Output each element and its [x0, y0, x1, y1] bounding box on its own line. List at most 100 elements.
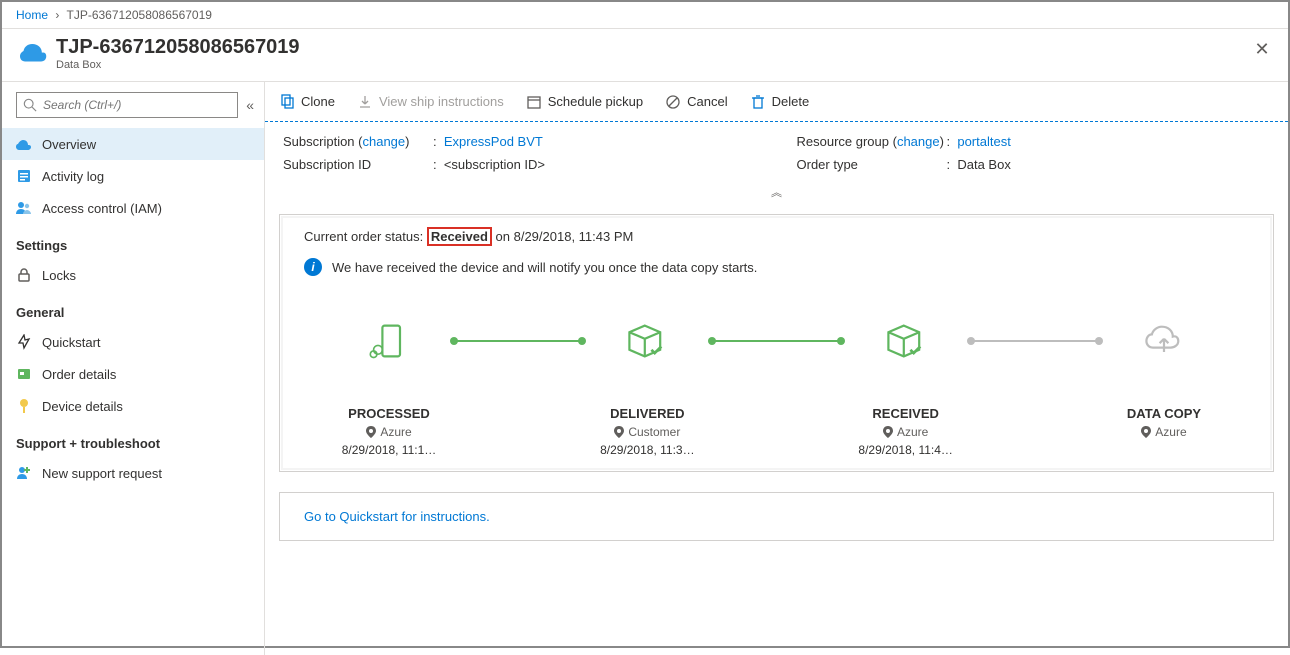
step-title: DELIVERED: [582, 406, 712, 421]
toolbar-label: View ship instructions: [379, 94, 504, 109]
toolbar: Clone View ship instructions Schedule pi…: [265, 82, 1288, 122]
subscription-id-label: Subscription ID: [283, 157, 433, 172]
breadcrumb-home[interactable]: Home: [16, 8, 48, 22]
step-date: 8/29/2018, 11:4…: [841, 443, 971, 457]
support-icon: [16, 465, 32, 481]
pin-icon: [1141, 426, 1151, 438]
cancel-button[interactable]: Cancel: [665, 94, 727, 110]
search-input[interactable]: [43, 98, 231, 112]
view-ship-button: View ship instructions: [357, 94, 504, 110]
step-title: DATA COPY: [1099, 406, 1229, 421]
step-location: Azure: [841, 425, 971, 439]
status-line: Current order status: Received on 8/29/2…: [304, 229, 1249, 244]
iam-icon: [16, 200, 32, 216]
subscription-value[interactable]: ExpressPod BVT: [444, 134, 543, 149]
databox-icon: [20, 37, 48, 65]
order-steps: PROCESSED Azure 8/29/2018, 11:1… DELIVER…: [324, 316, 1229, 457]
step-received: RECEIVED Azure 8/29/2018, 11:4…: [841, 316, 971, 457]
nav-order-details[interactable]: Order details: [2, 358, 264, 390]
order-type-label: Order type: [797, 157, 947, 172]
subscription-id-value: <subscription ID>: [444, 157, 545, 172]
close-button[interactable]: ✕: [1252, 39, 1272, 60]
breadcrumb-separator: ›: [55, 8, 59, 22]
device-details-icon: [16, 398, 32, 414]
essentials: Subscription (change) : ExpressPod BVT S…: [265, 122, 1288, 184]
step-title: PROCESSED: [324, 406, 454, 421]
sidebar-collapse[interactable]: «: [246, 97, 254, 113]
resource-title: TJP-636712058086567019: [56, 35, 300, 59]
status-card: Current order status: Received on 8/29/2…: [279, 214, 1274, 472]
status-badge: Received: [427, 227, 492, 246]
step-connector: [971, 340, 1099, 342]
nav-activity-log[interactable]: Activity log: [2, 160, 264, 192]
toolbar-label: Schedule pickup: [548, 94, 643, 109]
pin-icon: [883, 426, 893, 438]
received-icon: [841, 316, 971, 366]
nav-label: New support request: [42, 466, 162, 481]
delete-button[interactable]: Delete: [750, 94, 810, 110]
nav-overview[interactable]: Overview: [2, 128, 264, 160]
subscription-change-link[interactable]: change: [362, 134, 405, 149]
breadcrumb: Home › TJP-636712058086567019: [2, 2, 1288, 28]
step-location: Azure: [1099, 425, 1229, 439]
step-location: Customer: [582, 425, 712, 439]
nav-label: Overview: [42, 137, 96, 152]
nav-locks[interactable]: Locks: [2, 259, 264, 291]
pin-icon: [614, 426, 624, 438]
order-type-value: Data Box: [957, 157, 1010, 172]
toolbar-label: Delete: [772, 94, 810, 109]
clone-button[interactable]: Clone: [279, 94, 335, 110]
resource-group-value[interactable]: portaltest: [957, 134, 1010, 149]
step-location: Azure: [324, 425, 454, 439]
delivered-icon: [582, 316, 712, 366]
essentials-collapse-toggle[interactable]: ︽: [265, 184, 1288, 204]
quickstart-icon: [16, 334, 32, 350]
breadcrumb-current: TJP-636712058086567019: [66, 8, 211, 22]
nav-label: Quickstart: [42, 335, 101, 350]
subscription-label: Subscription (change): [283, 134, 433, 149]
datacopy-icon: [1099, 316, 1229, 366]
cancel-icon: [665, 94, 681, 110]
nav-label: Order details: [42, 367, 116, 382]
delete-icon: [750, 94, 766, 110]
nav-label: Device details: [42, 399, 123, 414]
quickstart-card: Go to Quickstart for instructions.: [279, 492, 1274, 541]
status-info: i We have received the device and will n…: [304, 258, 1249, 276]
status-info-text: We have received the device and will not…: [332, 260, 757, 275]
step-connector: [454, 340, 582, 342]
step-date: 8/29/2018, 11:3…: [582, 443, 712, 457]
search-icon: [23, 98, 37, 112]
essentials-colon: :: [433, 157, 444, 172]
toolbar-label: Cancel: [687, 94, 727, 109]
activity-log-icon: [16, 168, 32, 184]
resource-group-label: Resource group (change): [797, 134, 947, 149]
clone-icon: [279, 94, 295, 110]
nav-new-support[interactable]: New support request: [2, 457, 264, 489]
main-pane: Clone View ship instructions Schedule pi…: [265, 82, 1288, 655]
step-delivered: DELIVERED Customer 8/29/2018, 11:3…: [582, 316, 712, 457]
quickstart-link[interactable]: Go to Quickstart for instructions.: [304, 509, 490, 524]
nav-access-control[interactable]: Access control (IAM): [2, 192, 264, 224]
toolbar-label: Clone: [301, 94, 335, 109]
nav-device-details[interactable]: Device details: [2, 390, 264, 422]
nav-section-general: General: [2, 291, 264, 326]
step-connector: [712, 340, 840, 342]
step-date: 8/29/2018, 11:1…: [324, 443, 454, 457]
order-details-icon: [16, 366, 32, 382]
step-processed: PROCESSED Azure 8/29/2018, 11:1…: [324, 316, 454, 457]
download-icon: [357, 94, 373, 110]
resource-header: TJP-636712058086567019 Data Box ✕: [2, 28, 1288, 82]
resource-group-change-link[interactable]: change: [897, 134, 940, 149]
essentials-colon: :: [947, 134, 958, 149]
nav-label: Access control (IAM): [42, 201, 162, 216]
nav-section-support: Support + troubleshoot: [2, 422, 264, 457]
nav-quickstart[interactable]: Quickstart: [2, 326, 264, 358]
essentials-colon: :: [433, 134, 444, 149]
nav-label: Locks: [42, 268, 76, 283]
step-data-copy: DATA COPY Azure: [1099, 316, 1229, 443]
lock-icon: [16, 267, 32, 283]
search-box[interactable]: [16, 92, 238, 118]
nav-label: Activity log: [42, 169, 104, 184]
schedule-pickup-button[interactable]: Schedule pickup: [526, 94, 643, 110]
calendar-icon: [526, 94, 542, 110]
